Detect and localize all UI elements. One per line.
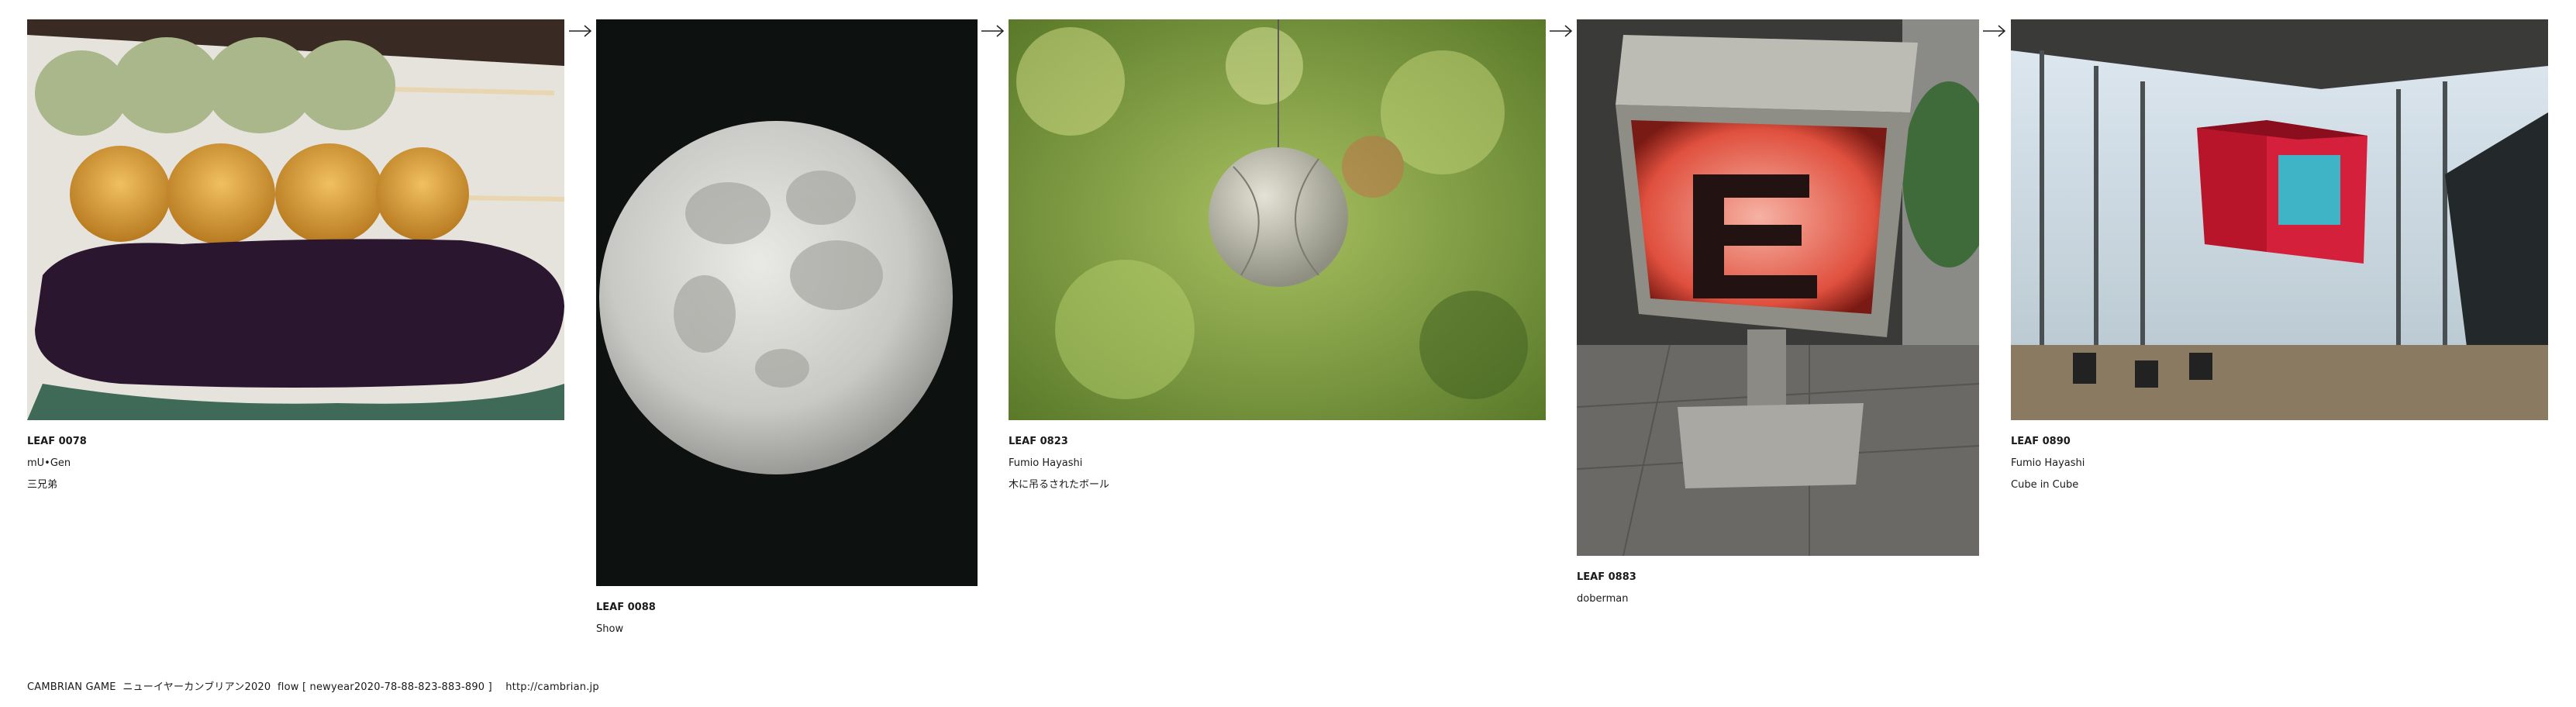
leaf-code: LEAF 0890 — [2011, 436, 2071, 447]
leaf-card-0890[interactable]: LEAF 0890 Fumio Hayashi Cube in Cube — [2011, 19, 2548, 496]
leaf-title: 木に吊るされたボール — [1009, 479, 1110, 491]
leaf-author[interactable]: Fumio Hayashi — [1009, 453, 1546, 474]
leaf-author[interactable]: mU•Gen — [27, 453, 564, 474]
dango-skewers-photo[interactable] — [27, 19, 564, 420]
leaf-code: LEAF 0823 — [1009, 436, 1068, 447]
leaf-code: LEAF 0088 — [596, 602, 656, 613]
leaf-code: LEAF 0078 — [27, 436, 87, 447]
leaf-title: Show — [596, 623, 624, 635]
leaf-card-0823[interactable]: LEAF 0823 Fumio Hayashi 木に吊るされたボール — [1009, 19, 1546, 496]
right-arrow-icon — [1983, 25, 2006, 37]
leaf-title: 三兄弟 — [27, 479, 58, 491]
leaf-code: LEAF 0883 — [1577, 571, 1636, 583]
leaf-card-0088[interactable]: LEAF 0088 Show — [596, 19, 978, 640]
leaf-author[interactable]: Fumio Hayashi — [2011, 453, 2548, 474]
hanging-ball-photo[interactable] — [1009, 19, 1546, 420]
full-moon-photo[interactable] — [596, 19, 978, 586]
leaf-card-0078[interactable]: LEAF 0078 mU•Gen 三兄弟 — [27, 19, 564, 496]
atrium-cube-photo[interactable] — [2011, 19, 2548, 420]
leaf-card-0883[interactable]: LEAF 0883 doberman — [1577, 19, 1979, 610]
leaf-title: doberman — [1577, 593, 1629, 605]
leaf-title: Cube in Cube — [2011, 479, 2079, 491]
flow-footer[interactable]: CAMBRIAN GAME ニューイヤーカンブリアン2020 flow [ ne… — [27, 678, 599, 693]
right-arrow-icon — [569, 25, 592, 37]
lit-cube-sign-photo[interactable] — [1577, 19, 1979, 556]
right-arrow-icon — [1550, 25, 1573, 37]
right-arrow-icon — [981, 25, 1005, 37]
